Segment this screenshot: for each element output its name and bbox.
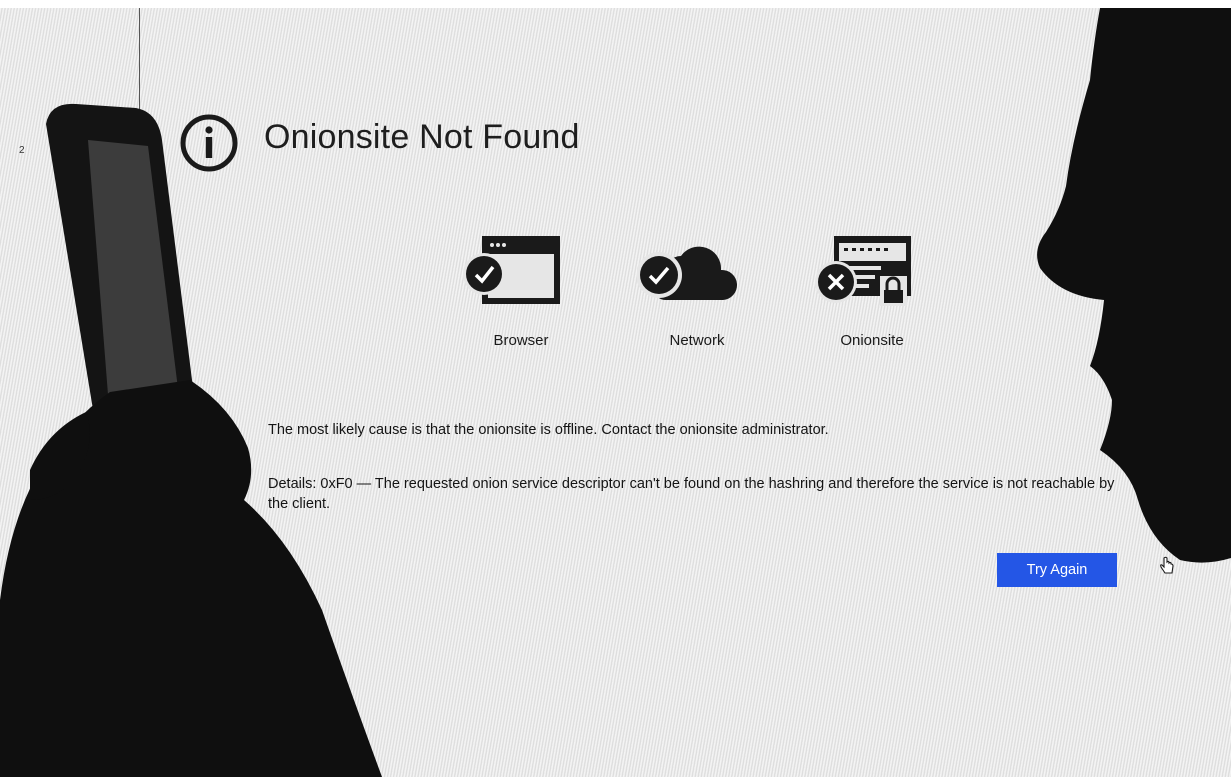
person-silhouette — [0, 8, 1231, 777]
